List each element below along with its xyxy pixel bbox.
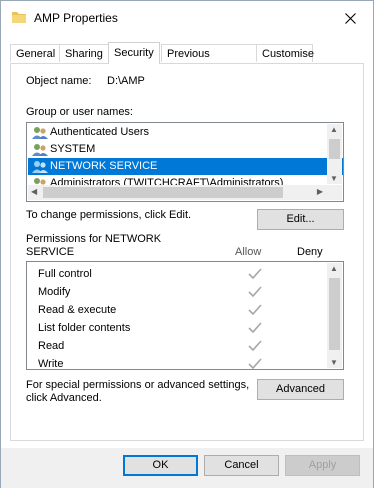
- allow-check-icon: [248, 286, 262, 298]
- list-item-label: Authenticated Users: [50, 126, 150, 138]
- change-permissions-text: To change permissions, click Edit.: [26, 209, 192, 221]
- scroll-down-icon[interactable]: ▼: [330, 174, 338, 183]
- scroll-up-icon[interactable]: ▲: [330, 125, 338, 134]
- cancel-button[interactable]: Cancel: [204, 455, 279, 476]
- permissions-title-line1: Permissions for NETWORK: [26, 233, 162, 245]
- scrollbar-thumb[interactable]: [329, 139, 340, 159]
- tab-label: General: [16, 48, 56, 60]
- advanced-text-line2: click Advanced.: [26, 392, 102, 404]
- tab-customise[interactable]: Customise: [256, 44, 314, 62]
- scroll-left-icon[interactable]: ◀: [31, 187, 37, 196]
- allow-check-icon: [248, 304, 262, 316]
- group-list-horizontal-scrollbar[interactable]: ◀ ▶: [28, 185, 326, 200]
- list-item-authenticated-users[interactable]: Authenticated Users: [28, 124, 343, 141]
- scrollbar-corner: [326, 185, 342, 200]
- list-item-system[interactable]: SYSTEM: [28, 141, 343, 158]
- tab-previous-versions[interactable]: Previous Versions: [161, 44, 257, 78]
- tab-sharing[interactable]: Sharing: [59, 44, 109, 62]
- list-item-administrators[interactable]: Administrators (TWITCHCRAFT\Administrato…: [28, 175, 343, 185]
- permission-name: Modify: [38, 286, 71, 298]
- allow-column-header: Allow: [235, 246, 262, 258]
- list-item-network-service[interactable]: NETWORK SERVICE: [28, 158, 343, 175]
- permission-name: List folder contents: [38, 322, 131, 334]
- ok-button[interactable]: OK: [123, 455, 198, 476]
- tab-label: Security: [114, 47, 154, 59]
- object-name-value: D:\AMP: [107, 75, 145, 87]
- allow-check-icon: [248, 322, 262, 334]
- properties-dialog: AMP Properties General Sharing Security …: [0, 0, 374, 488]
- security-panel: Object name: D:\AMP Group or user names:…: [10, 63, 364, 441]
- permission-row-modify: Modify: [38, 283, 318, 301]
- users-icon: [34, 178, 46, 185]
- scroll-down-icon[interactable]: ▼: [330, 358, 338, 367]
- users-icon: [32, 127, 48, 139]
- list-item-label: NETWORK SERVICE: [50, 160, 158, 172]
- permission-name: Read: [38, 340, 65, 352]
- permissions-list[interactable]: Full control Modify Read & execute List …: [26, 261, 344, 370]
- title-bar: AMP Properties: [1, 1, 373, 35]
- tab-general[interactable]: General: [10, 44, 60, 62]
- window-title: AMP Properties: [34, 11, 118, 25]
- apply-button[interactable]: Apply: [285, 455, 360, 476]
- object-name-label: Object name:: [26, 75, 92, 87]
- dialog-footer: OK Cancel Apply: [1, 448, 373, 488]
- scrollbar-thumb[interactable]: [329, 278, 340, 350]
- tab-security[interactable]: Security: [108, 42, 160, 64]
- scrollbar-thumb[interactable]: [43, 187, 283, 198]
- allow-check-icon: [248, 358, 262, 369]
- advanced-text-line1: For special permissions or advanced sett…: [26, 379, 250, 391]
- permission-row-read: Read: [38, 337, 318, 355]
- close-icon: [344, 12, 356, 24]
- permission-row-list-folder-contents: List folder contents: [38, 319, 318, 337]
- scroll-up-icon[interactable]: ▲: [330, 264, 338, 273]
- deny-column-header: Deny: [297, 246, 323, 258]
- permission-row-read-execute: Read & execute: [38, 301, 318, 319]
- scroll-right-icon[interactable]: ▶: [317, 187, 323, 196]
- tab-label: Customise: [262, 48, 314, 60]
- list-item-label: Administrators (TWITCHCRAFT\Administrato…: [50, 177, 284, 185]
- close-button[interactable]: [327, 1, 373, 35]
- advanced-button[interactable]: Advanced: [257, 379, 344, 400]
- permission-name: Read & execute: [38, 304, 117, 316]
- permissions-vertical-scrollbar[interactable]: ▲ ▼: [327, 263, 342, 368]
- users-icon: [32, 161, 48, 173]
- allow-check-icon: [248, 268, 262, 280]
- permission-row-full-control: Full control: [38, 265, 318, 283]
- allow-check-icon: [248, 340, 262, 352]
- list-item-label: SYSTEM: [50, 143, 96, 155]
- group-list-vertical-scrollbar[interactable]: ▲ ▼: [327, 124, 342, 184]
- folder-icon: [12, 12, 26, 23]
- permission-name: Full control: [38, 268, 92, 280]
- users-icon: [32, 144, 48, 156]
- group-names-label: Group or user names:: [26, 106, 133, 118]
- permission-name: Write: [38, 358, 64, 370]
- tab-label: Sharing: [65, 48, 103, 60]
- group-user-list[interactable]: Authenticated Users SYSTEM NETWORK SERVI…: [26, 122, 344, 202]
- edit-button[interactable]: Edit...: [257, 209, 344, 230]
- permissions-title-line2: SERVICE: [26, 246, 75, 258]
- permission-row-write: Write: [38, 355, 318, 370]
